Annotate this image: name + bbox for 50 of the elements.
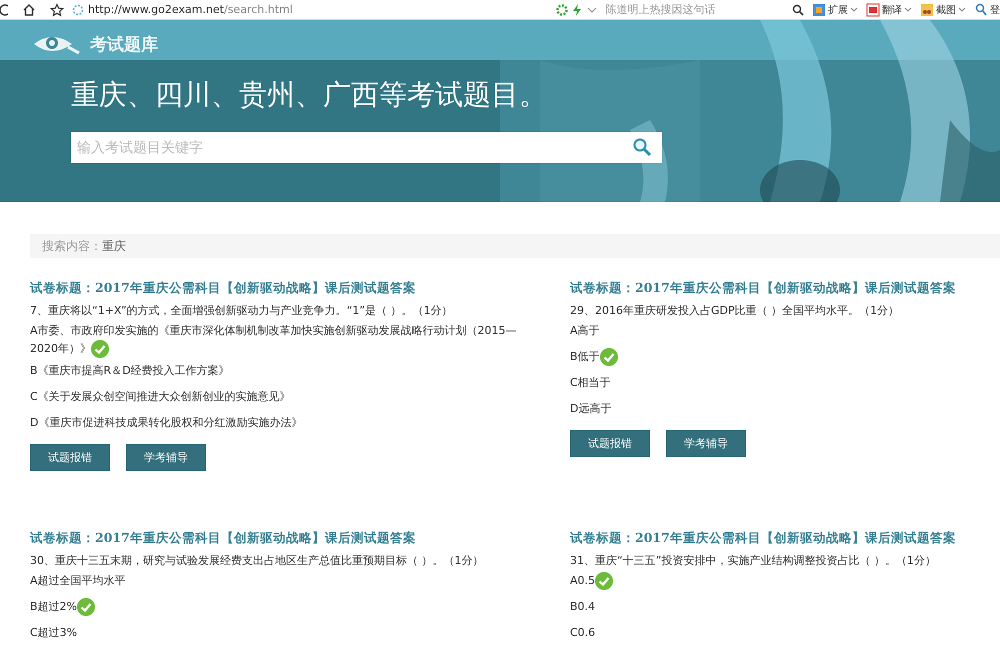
refresh-icon[interactable] [0, 2, 8, 16]
answer-option: B《重庆市提高R＆D经费投入工作方案》 [30, 364, 230, 377]
search-field[interactable]: 输入考试题目关键字 [71, 132, 662, 163]
toolbar-button[interactable]: 翻译 [866, 2, 912, 16]
loading-icon [72, 4, 84, 16]
action-button[interactable]: 学考辅导 [666, 430, 746, 457]
translate-icon [866, 2, 880, 16]
chevron-down-icon [904, 6, 912, 14]
answer-option: C《关于发展众创空间推进大众创新创业的实施意见》 [30, 390, 291, 403]
search-icon [792, 4, 804, 16]
answer-option: B0.4 [570, 600, 596, 613]
search-icon[interactable] [632, 137, 652, 157]
puzzle-icon [812, 2, 826, 16]
url-text: http://www.go2exam.net/search.html [88, 3, 293, 16]
paper-title: 试卷标题：2017年重庆公需科目【创新驱动战略】课后测试题答案 [570, 529, 957, 547]
action-button[interactable]: 试题报错 [570, 430, 650, 457]
paper-title: 试卷标题：2017年重庆公需科目【创新驱动战略】课后测试题答案 [30, 279, 417, 297]
answer-option: A高于 [570, 324, 600, 337]
action-button[interactable]: 试题报错 [30, 444, 110, 471]
answer-option: B超过2% [30, 600, 77, 613]
answer-option: A0.5 [570, 574, 596, 587]
answer-option: C相当于 [570, 376, 611, 389]
lightning-icon[interactable] [572, 4, 582, 16]
question-text: 31、重庆“十三五”投资安排中，实施产业结构调整投资占比（ ）。（1分） [570, 553, 937, 569]
site-logo-text: 考试题库 [90, 34, 158, 56]
toolbar-button[interactable]: 截图 [920, 2, 966, 16]
action-button[interactable]: 学考辅导 [126, 444, 206, 471]
toolbar-button[interactable]: 扩展 [812, 2, 858, 16]
address-bar[interactable]: http://www.go2exam.net/search.html [72, 0, 598, 18]
paper-title: 试卷标题：2017年重庆公需科目【创新驱动战略】课后测试题答案 [570, 279, 957, 297]
star-icon[interactable] [50, 2, 64, 16]
answer-option: B低于 [570, 350, 600, 363]
chevron-down-icon [958, 6, 966, 14]
answer-option: A市委、市政府印发实施的《重庆市深化体制机制改革加快实施创新驱动发展战略行动计划（2015—2020年）》 [30, 324, 517, 355]
answer-option: C超过3% [30, 626, 78, 639]
answer-option: C0.6 [570, 626, 596, 639]
toolbar-button[interactable]: 登 [974, 2, 1000, 16]
gear-icon[interactable] [556, 4, 568, 16]
search-label: 搜索内容： [42, 238, 102, 254]
search-query: 重庆 [102, 238, 126, 254]
answer-option: D远高于 [570, 402, 612, 415]
answer-option: D《重庆市促进科技成果转化股权和分红激励实施办法》 [30, 416, 302, 429]
question-text: 29、2016年重庆研发投入占GDP比重（ ）全国平均水平。（1分） [570, 303, 900, 319]
question-text: 7、重庆将以“1+X”的方式，全面增强创新驱动力与产业竞争力。“1”是（ ）。（1分） [30, 303, 454, 319]
answer-option: A超过全国平均水平 [30, 574, 126, 587]
home-icon[interactable] [22, 2, 36, 16]
chevron-down-icon [850, 6, 858, 14]
question-text: 30、重庆十三五末期，研究与试验发展经费支出占地区生产总值比重预期目标（ ）。（1分） [30, 553, 484, 569]
paper-title: 试卷标题：2017年重庆公需科目【创新驱动战略】课后测试题答案 [30, 529, 417, 547]
headline: 重庆、四川、贵州、广西等考试题目。 [71, 78, 548, 112]
